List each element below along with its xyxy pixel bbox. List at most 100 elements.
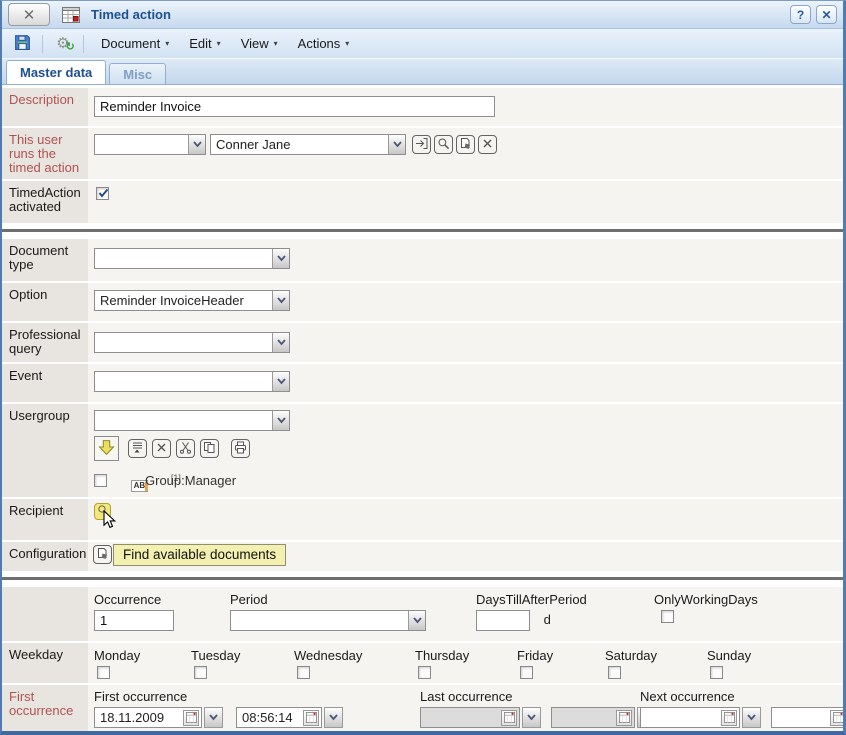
goto-user-button[interactable]	[412, 135, 431, 154]
dropdown-arrow-icon[interactable]	[742, 707, 761, 728]
next-time-field[interactable]	[771, 707, 843, 728]
saturday-checkbox[interactable]	[608, 666, 621, 679]
activated-checkbox[interactable]	[96, 187, 109, 200]
user-type-select[interactable]	[94, 134, 206, 155]
description-label: Description	[2, 88, 88, 126]
next-occurrence-date	[640, 707, 761, 728]
dropdown-arrow-icon[interactable]	[272, 411, 289, 430]
menu-edit[interactable]: Edit ▾	[179, 33, 230, 54]
days-till-after-period-label: DaysTillAfterPeriod	[476, 592, 587, 607]
save-button[interactable]	[9, 32, 35, 56]
close-window-left-button[interactable]: ✕	[8, 3, 50, 26]
paste-user-button[interactable]	[456, 135, 475, 154]
dropdown-arrow-icon[interactable]	[188, 135, 205, 154]
document-type-row: Document type	[2, 239, 843, 281]
cut-button[interactable]	[176, 439, 195, 458]
usergroup-row: Usergroup	[2, 404, 843, 497]
last-occurrence-label: Last occurrence	[420, 689, 656, 704]
option-select[interactable]: Reminder InvoiceHeader	[94, 290, 290, 311]
only-working-days-label: OnlyWorkingDays	[654, 592, 758, 607]
form-content: Description This user runs the timed act…	[2, 85, 843, 731]
clear-user-button[interactable]	[478, 135, 497, 154]
activated-row: TimedAction activated	[2, 181, 843, 223]
document-type-select[interactable]	[94, 248, 290, 269]
event-value	[95, 372, 272, 391]
thursday-checkbox[interactable]	[418, 666, 431, 679]
professional-query-select[interactable]	[94, 332, 290, 353]
dropdown-arrow-icon[interactable]	[408, 611, 425, 630]
select-all-button[interactable]	[128, 439, 147, 458]
close-button[interactable]: ✕	[816, 5, 837, 24]
occurrence-input[interactable]	[94, 610, 174, 631]
first-time-field[interactable]: 08:56:14	[236, 707, 322, 728]
first-date-field[interactable]: 18.11.2009	[94, 707, 202, 728]
run-button[interactable]: ⚙↻	[50, 32, 76, 56]
dropdown-arrow-icon[interactable]	[272, 291, 289, 310]
friday-checkbox[interactable]	[520, 666, 533, 679]
weekday-tuesday: Tuesday	[191, 648, 240, 682]
option-row: Option Reminder InvoiceHeader	[2, 283, 843, 321]
search-icon	[437, 137, 450, 153]
next-occurrence-group: Next occurrence	[640, 689, 843, 728]
dropdown-arrow-icon[interactable]	[204, 707, 223, 728]
tuesday-checkbox[interactable]	[194, 666, 207, 679]
document-type-value	[95, 249, 272, 268]
goto-icon	[415, 137, 428, 153]
first-date-value: 18.11.2009	[100, 710, 183, 725]
usergroup-select[interactable]	[94, 410, 290, 431]
only-working-days-checkbox[interactable]	[661, 610, 674, 623]
days-till-after-period-input[interactable]	[476, 610, 530, 631]
print-button[interactable]	[231, 439, 250, 458]
group-entry-checkbox[interactable]	[94, 474, 107, 487]
first-time-value: 08:56:14	[242, 710, 303, 725]
help-button[interactable]: ?	[790, 5, 811, 24]
configuration-button[interactable]	[93, 545, 112, 564]
calendar-mini-icon[interactable]	[303, 710, 319, 726]
chevron-down-icon: ▾	[274, 39, 278, 48]
tab-master-data[interactable]: Master data	[6, 60, 106, 84]
calendar-mini-icon[interactable]	[830, 710, 843, 726]
weekday-saturday: Saturday	[605, 648, 657, 682]
monday-checkbox[interactable]	[97, 666, 110, 679]
recipient-row: Recipient	[2, 499, 843, 540]
dropdown-arrow-icon[interactable]	[324, 707, 343, 728]
period-select[interactable]	[230, 610, 426, 631]
period-label: Period	[230, 592, 426, 607]
paste-icon	[459, 137, 472, 153]
configuration-label: Configuration	[2, 542, 88, 571]
last-date-field	[420, 707, 520, 728]
dropdown-arrow-icon[interactable]	[272, 249, 289, 268]
wednesday-checkbox[interactable]	[297, 666, 310, 679]
first-occurrence-row: First occurrence First occurrence 18.11.…	[2, 685, 843, 731]
description-input[interactable]	[94, 96, 495, 117]
menu-view[interactable]: View ▾	[231, 33, 288, 54]
user-select[interactable]: Conner Jane	[210, 134, 406, 155]
saturday-label: Saturday	[605, 648, 657, 663]
calendar-mini-icon[interactable]	[721, 710, 737, 726]
dropdown-arrow-icon[interactable]	[272, 372, 289, 391]
menu-document[interactable]: Document ▾	[91, 33, 179, 54]
menu-label: View	[241, 36, 269, 51]
first-occurrence-time: 08:56:14	[236, 707, 343, 728]
run-user-row: This user runs the timed action Conner J…	[2, 128, 843, 179]
chevron-down-icon: ▾	[165, 39, 169, 48]
sunday-checkbox[interactable]	[710, 666, 723, 679]
next-date-field[interactable]	[640, 707, 740, 728]
dropdown-arrow-icon[interactable]	[272, 333, 289, 352]
add-usergroup-button[interactable]	[94, 436, 119, 461]
cursor-icon	[103, 510, 117, 533]
delete-entry-button[interactable]	[152, 439, 171, 458]
menu-label: Document	[101, 36, 160, 51]
event-select[interactable]	[94, 371, 290, 392]
search-user-button[interactable]	[434, 135, 453, 154]
add-down-arrow-icon	[98, 439, 115, 459]
last-occurrence-group: Last occurrence	[420, 689, 656, 728]
tab-misc[interactable]: Misc	[109, 63, 166, 84]
dropdown-arrow-icon[interactable]	[388, 135, 405, 154]
copy-button[interactable]	[200, 439, 219, 458]
weekday-sunday: Sunday	[707, 648, 751, 682]
calendar-mini-icon[interactable]	[183, 710, 199, 726]
period-group: Period	[230, 592, 426, 631]
run-user-label: This user runs the timed action	[2, 128, 88, 179]
menu-actions[interactable]: Actions ▾	[288, 33, 360, 54]
